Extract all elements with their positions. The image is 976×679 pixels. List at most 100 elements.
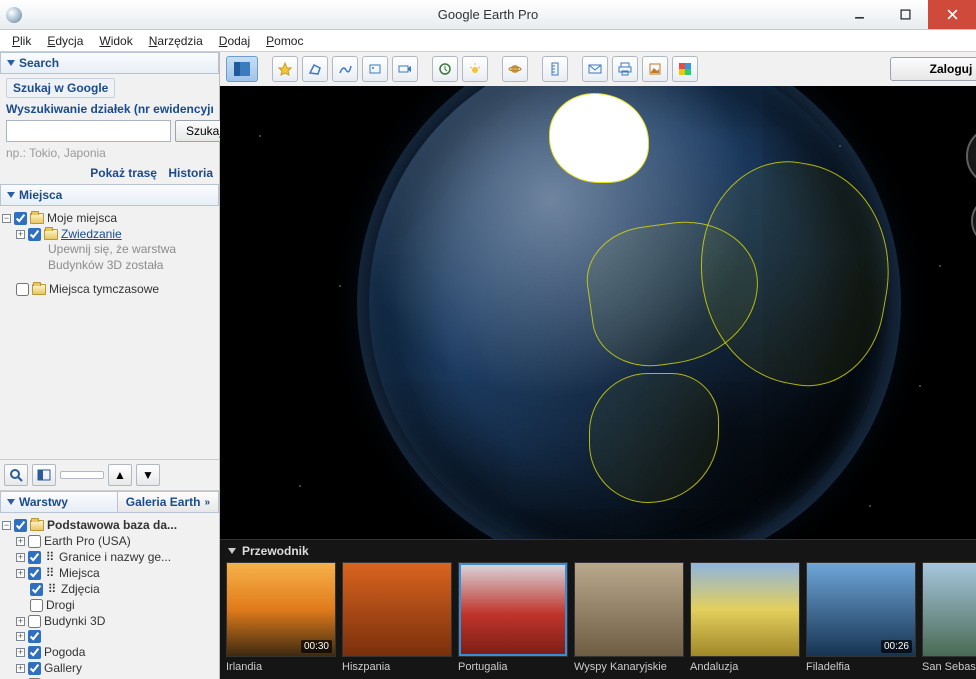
menu-narzędzia[interactable]: Narzędzia <box>141 32 211 50</box>
sunlight-button[interactable] <box>462 56 488 82</box>
menu-dodaj[interactable]: Dodaj <box>211 32 258 50</box>
menu-edycja[interactable]: Edycja <box>39 32 91 50</box>
layer-item[interactable]: +⠿Miejsca <box>16 565 217 581</box>
search-panel-title: Search <box>19 56 59 70</box>
search-places-button[interactable] <box>4 464 28 486</box>
move-ring[interactable] <box>971 196 976 246</box>
checkbox[interactable] <box>28 535 41 548</box>
move-down-button[interactable]: ▼ <box>136 464 160 486</box>
checkbox[interactable] <box>30 599 43 612</box>
layer-item[interactable]: + Pogoda <box>16 644 217 660</box>
save-image-button[interactable] <box>642 56 668 82</box>
gallery-label: Galeria Earth <box>126 495 201 509</box>
expander-icon[interactable]: + <box>16 664 25 673</box>
checkbox[interactable] <box>16 283 29 296</box>
guide-thumb[interactable]: Portugalia <box>458 562 568 677</box>
layer-icon: ⠿ <box>46 583 58 595</box>
layer-item[interactable]: +Earth Pro (USA) <box>16 533 217 549</box>
expander-icon[interactable]: + <box>16 632 25 641</box>
checkbox[interactable] <box>28 615 41 628</box>
view-in-maps-button[interactable] <box>672 56 698 82</box>
email-button[interactable] <box>582 56 608 82</box>
guide-panel: Przewodnik 00:30IrlandiaHiszpaniaPortuga… <box>220 539 976 679</box>
menu-pomoc[interactable]: Pomoc <box>258 32 311 50</box>
guide-thumb[interactable]: 00:30Irlandia <box>226 562 336 677</box>
history-link[interactable]: Historia <box>168 166 213 180</box>
tree-label: Gallery <box>44 661 82 675</box>
layer-item[interactable]: −Podstawowa baza da... <box>2 517 217 533</box>
earth-view[interactable]: N <box>220 86 976 539</box>
historical-imagery-button[interactable] <box>432 56 458 82</box>
look-ring[interactable] <box>966 126 976 186</box>
expander-icon[interactable]: + <box>16 648 25 657</box>
close-button[interactable] <box>928 0 976 29</box>
add-polygon-button[interactable] <box>302 56 328 82</box>
add-placemark-button[interactable] <box>272 56 298 82</box>
checkbox[interactable] <box>28 551 41 564</box>
record-tour-button[interactable] <box>392 56 418 82</box>
layer-item[interactable]: +⠿Granice i nazwy ge... <box>16 549 217 565</box>
guide-header[interactable]: Przewodnik <box>220 540 976 562</box>
expander-icon[interactable]: − <box>2 214 11 223</box>
tree-label-link[interactable]: Zwiedzanie <box>61 227 122 241</box>
globe[interactable] <box>369 86 889 539</box>
places-temp[interactable]: Miejsca tymczasowe <box>2 281 217 297</box>
toggle-sidebar-button[interactable] <box>32 464 56 486</box>
planets-button[interactable] <box>502 56 528 82</box>
checkbox[interactable] <box>28 228 41 241</box>
checkbox[interactable] <box>30 583 43 596</box>
chevron-down-icon <box>228 548 236 554</box>
places-my-places[interactable]: − Moje miejsca <box>2 210 217 226</box>
guide-thumb[interactable]: San Sebastián <box>922 562 976 677</box>
checkbox[interactable] <box>14 212 27 225</box>
add-image-overlay-button[interactable] <box>362 56 388 82</box>
login-button[interactable]: Zaloguj się <box>890 57 976 81</box>
guide-thumb[interactable]: Wyspy Kanaryjskie <box>574 562 684 677</box>
move-up-button[interactable]: ▲ <box>108 464 132 486</box>
expander-icon[interactable]: + <box>16 617 25 626</box>
thumb-label: Irlandia <box>226 657 336 677</box>
ruler-button[interactable] <box>542 56 568 82</box>
places-panel-header[interactable]: Miejsca <box>0 184 219 206</box>
add-path-button[interactable] <box>332 56 358 82</box>
layer-item[interactable]: +Budynki 3D <box>16 613 217 629</box>
guide-thumb[interactable]: Andaluzja <box>690 562 800 677</box>
hide-sidebar-button[interactable] <box>226 56 258 82</box>
show-route-link[interactable]: Pokaż trasę <box>90 166 157 180</box>
layer-item[interactable]: ⠿Zdjęcia <box>16 581 217 597</box>
search-tab-google[interactable]: Szukaj w Google <box>6 78 115 98</box>
checkbox[interactable] <box>28 646 41 659</box>
opacity-slider[interactable] <box>60 471 104 479</box>
layer-item[interactable]: + Gallery <box>16 660 217 676</box>
search-input[interactable] <box>6 120 171 142</box>
expander-icon[interactable]: + <box>16 230 25 239</box>
print-button[interactable] <box>612 56 638 82</box>
layer-item[interactable]: + <box>16 629 217 644</box>
expander-icon[interactable]: + <box>16 569 25 578</box>
layers-panel-header[interactable]: Warstwy <box>0 491 117 513</box>
guide-thumb[interactable]: Hiszpania <box>342 562 452 677</box>
expander-icon[interactable]: − <box>2 521 11 530</box>
layer-item[interactable]: Drogi <box>16 597 217 613</box>
expander-icon[interactable]: + <box>16 553 25 562</box>
checkbox[interactable] <box>28 567 41 580</box>
tree-label: Miejsca <box>59 566 100 580</box>
checkbox[interactable] <box>14 519 27 532</box>
guide-title: Przewodnik <box>242 544 309 558</box>
menu-plik[interactable]: Plik <box>4 32 39 50</box>
search-panel-header[interactable]: Search <box>0 52 219 74</box>
earth-gallery-button[interactable]: Galeria Earth » <box>117 491 219 513</box>
guide-thumb[interactable]: 00:26Filadelfia <box>806 562 916 677</box>
search-tab-parcels[interactable]: Wyszukiwanie działek (nr ewidencyjny) <box>6 102 213 116</box>
expander-icon[interactable]: + <box>16 537 25 546</box>
checkbox[interactable] <box>28 630 41 643</box>
collapse-icon <box>7 192 15 198</box>
checkbox[interactable] <box>28 662 41 675</box>
tree-label: Pogoda <box>44 645 85 659</box>
folder-icon <box>32 284 46 295</box>
places-sightseeing[interactable]: + Zwiedzanie <box>16 226 217 242</box>
maximize-button[interactable] <box>882 0 928 29</box>
minimize-button[interactable] <box>836 0 882 29</box>
menu-widok[interactable]: Widok <box>91 32 140 50</box>
title-bar: Google Earth Pro <box>0 0 976 30</box>
